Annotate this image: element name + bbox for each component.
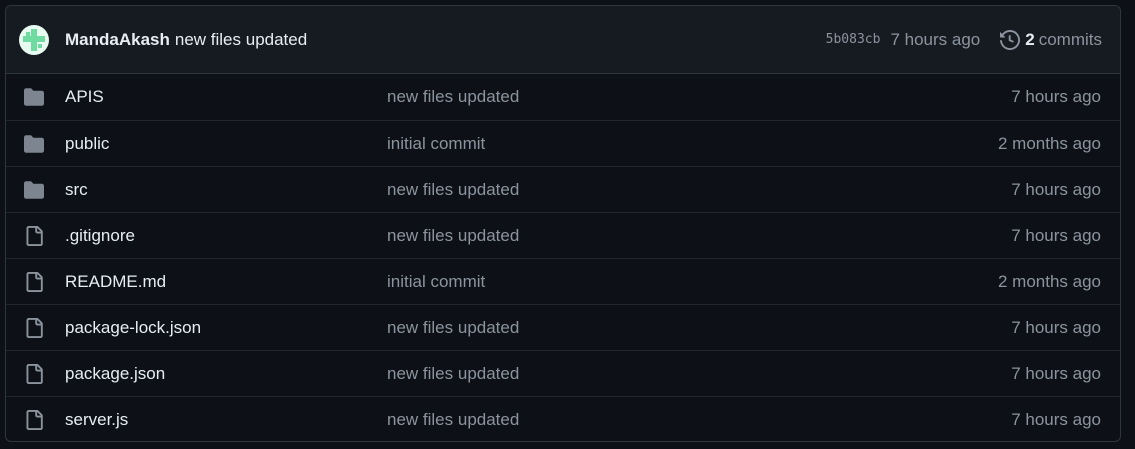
file-row[interactable]: APIS new files updated 7 hours ago bbox=[6, 74, 1120, 120]
commit-time: 7 hours ago bbox=[890, 29, 981, 49]
commit-count-label: commits bbox=[1038, 29, 1102, 49]
file-name-link[interactable]: src bbox=[65, 180, 387, 200]
file-commit-message-link[interactable]: new files updated bbox=[387, 318, 1011, 338]
file-commit-time: 7 hours ago bbox=[1011, 409, 1101, 429]
file-list: APIS new files updated 7 hours ago public in… bbox=[6, 74, 1120, 441]
latest-commit-bar: MandaAkash new files updated 5b083cb 7 h… bbox=[6, 6, 1120, 74]
file-name-link[interactable]: public bbox=[65, 134, 387, 154]
file-commit-message-link[interactable]: new files updated bbox=[387, 410, 1011, 430]
file-commit-message-link[interactable]: new files updated bbox=[387, 87, 1011, 107]
file-browser: MandaAkash new files updated 5b083cb 7 h… bbox=[5, 5, 1121, 442]
folder-icon bbox=[24, 180, 46, 200]
file-commit-message-link[interactable]: new files updated bbox=[387, 180, 1011, 200]
commit-message-link[interactable]: new files updated bbox=[175, 30, 307, 50]
file-row[interactable]: package-lock.json new files updated 7 hour… bbox=[6, 304, 1120, 350]
file-name-link[interactable]: README.md bbox=[65, 272, 387, 292]
file-row[interactable]: README.md initial commit 2 months ago bbox=[6, 258, 1120, 304]
file-name-link[interactable]: package-lock.json bbox=[65, 318, 387, 338]
file-icon bbox=[24, 409, 46, 430]
file-name-link[interactable]: .gitignore bbox=[65, 226, 387, 246]
file-row[interactable]: src new files updated 7 hours ago bbox=[6, 166, 1120, 212]
commit-author-link[interactable]: MandaAkash bbox=[65, 30, 170, 50]
file-row[interactable]: .gitignore new files updated 7 hours ago bbox=[6, 212, 1120, 258]
file-icon bbox=[24, 271, 46, 292]
commits-history-link[interactable]: 2 commits bbox=[1000, 30, 1102, 50]
file-commit-time: 2 months ago bbox=[997, 271, 1101, 291]
folder-icon bbox=[24, 134, 46, 154]
file-icon bbox=[24, 317, 46, 338]
file-name-link[interactable]: APIS bbox=[65, 87, 387, 107]
file-icon bbox=[24, 225, 46, 246]
file-commit-time: 7 hours ago bbox=[1011, 225, 1101, 245]
file-commit-message-link[interactable]: initial commit bbox=[387, 272, 998, 292]
file-icon bbox=[24, 363, 46, 384]
file-commit-message-link[interactable]: new files updated bbox=[387, 364, 1011, 384]
file-commit-message-link[interactable]: initial commit bbox=[387, 134, 998, 154]
file-commit-time: 7 hours ago bbox=[1011, 87, 1101, 106]
history-icon bbox=[1000, 29, 1021, 50]
folder-icon bbox=[24, 87, 46, 107]
file-row[interactable]: public initial commit 2 months ago bbox=[6, 120, 1120, 166]
file-commit-time: 7 hours ago bbox=[1011, 179, 1101, 199]
file-commit-time: 7 hours ago bbox=[1011, 317, 1101, 337]
file-name-link[interactable]: server.js bbox=[65, 410, 387, 430]
commit-sha-link[interactable]: 5b083cb bbox=[826, 32, 881, 47]
file-commit-time: 7 hours ago bbox=[1011, 363, 1101, 383]
file-row[interactable]: package.json new files updated 7 hours ago bbox=[6, 350, 1120, 396]
file-row[interactable]: server.js new files updated 7 hours ago bbox=[6, 396, 1120, 441]
commit-count: 2 bbox=[1025, 29, 1035, 49]
file-commit-time: 2 months ago bbox=[997, 133, 1101, 153]
file-commit-message-link[interactable]: new files updated bbox=[387, 226, 1011, 246]
file-name-link[interactable]: package.json bbox=[65, 364, 387, 384]
avatar[interactable] bbox=[19, 24, 49, 55]
